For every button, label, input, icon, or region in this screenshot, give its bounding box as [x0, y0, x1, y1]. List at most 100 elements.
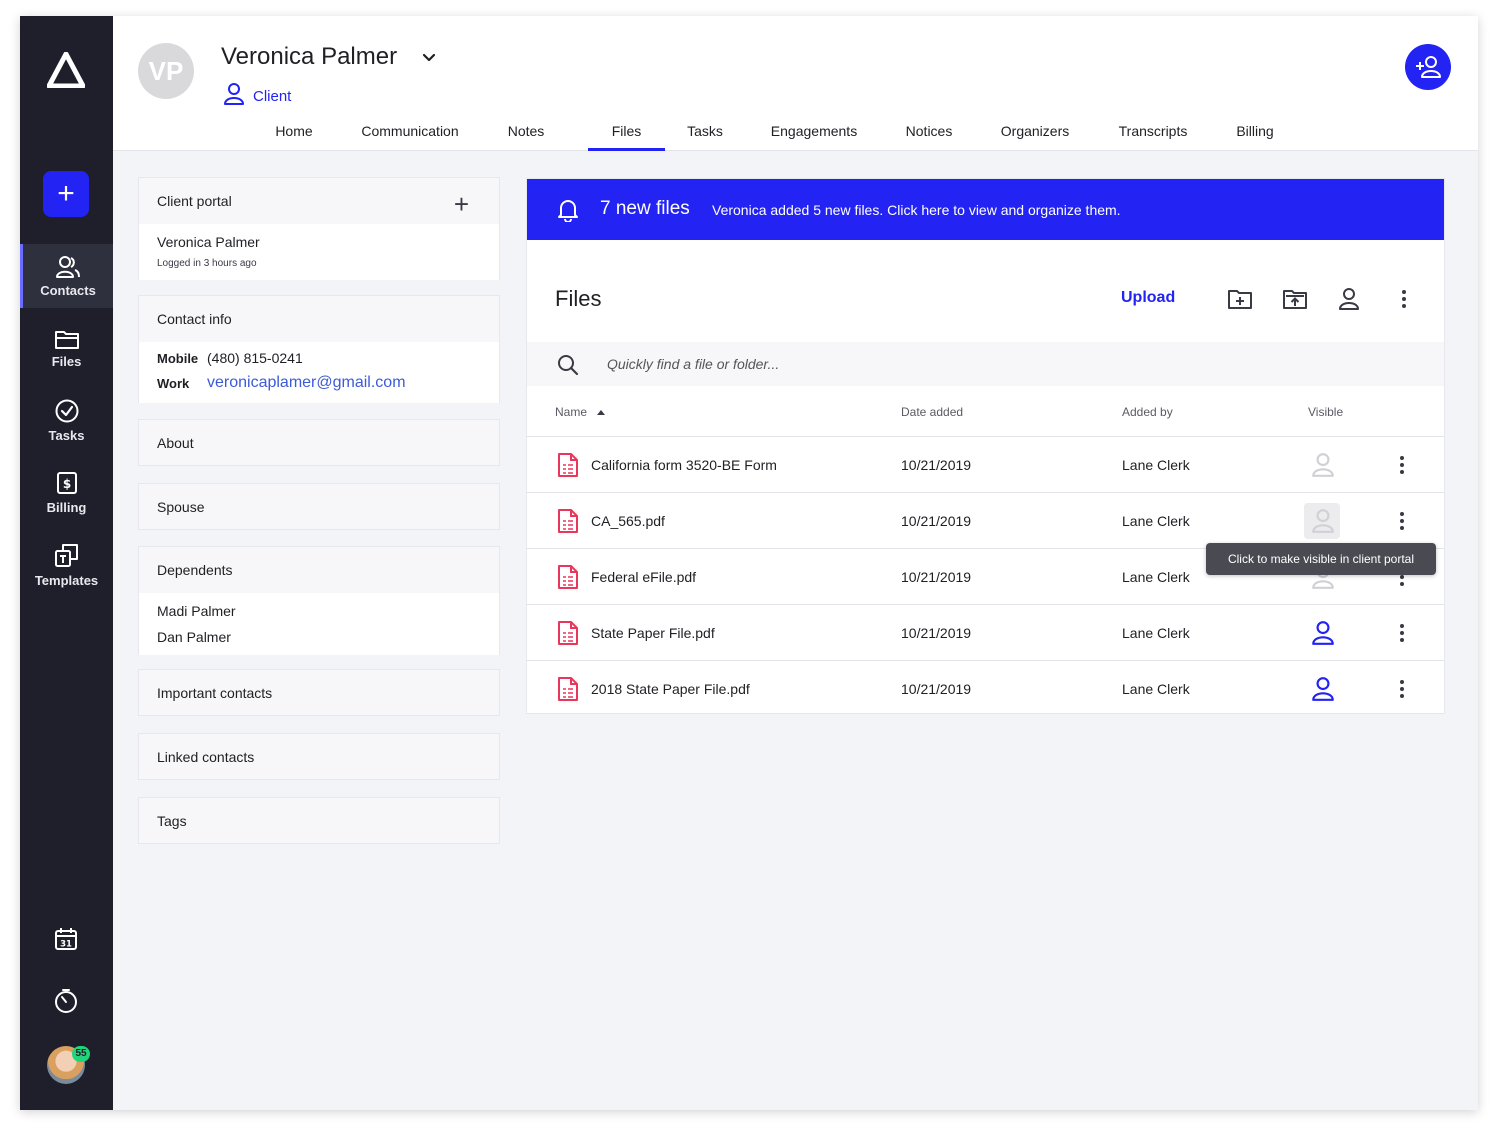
tab-home[interactable]: Home — [263, 116, 325, 151]
important-contacts-panel[interactable]: Important contacts — [138, 669, 500, 716]
file-name[interactable]: 2018 State Paper File.pdf — [591, 681, 750, 697]
panel-title: Dependents — [157, 562, 233, 578]
calendar-icon[interactable]: 31 — [53, 926, 79, 952]
more-vertical-icon — [1400, 680, 1404, 698]
panel-title: About — [157, 435, 194, 451]
chevron-down-icon[interactable] — [421, 50, 437, 66]
date-added: 10/21/2019 — [901, 513, 972, 529]
panel-title: Spouse — [157, 499, 205, 515]
work-label: Work — [157, 375, 190, 391]
timer-icon[interactable] — [53, 988, 79, 1014]
row-menu-button[interactable] — [1395, 510, 1409, 537]
pdf-file-icon — [557, 508, 579, 539]
files-title: Files — [555, 286, 602, 311]
app-logo-icon[interactable] — [47, 52, 85, 88]
contact-role[interactable]: Client — [253, 88, 291, 105]
email-link[interactable]: veronicaplamer@gmail.com — [207, 374, 406, 392]
table-row[interactable]: 2018 State Paper File.pdf 10/21/2019 Lane … — [527, 660, 1444, 716]
added-by: Lane Clerk — [1122, 681, 1190, 697]
column-header-date[interactable]: Date added — [901, 405, 963, 419]
bell-icon — [558, 200, 578, 222]
tab-files[interactable]: Files — [588, 116, 665, 151]
added-by: Lane Clerk — [1122, 513, 1190, 529]
pdf-file-icon — [557, 452, 579, 483]
contact-avatar: VP — [138, 43, 194, 99]
file-search-input[interactable] — [607, 353, 1207, 375]
table-row[interactable]: California form 3520-BE Form 10/21/2019 La… — [527, 436, 1444, 492]
upload-button[interactable]: Upload — [1121, 289, 1175, 307]
tab-engagements[interactable]: Engagements — [759, 116, 869, 151]
sidebar-item-billing[interactable]: $ Billing — [20, 460, 113, 524]
table-row[interactable]: State Paper File.pdf 10/21/2019 Lane Clerk — [527, 604, 1444, 660]
portal-login-status: Logged in 3 hours ago — [157, 258, 257, 269]
column-header-visible[interactable]: Visible — [1308, 405, 1343, 419]
row-menu-button[interactable] — [1395, 454, 1409, 481]
folder-icon — [54, 330, 79, 349]
sidebar-item-label: Contacts — [40, 282, 96, 298]
app-window: + Contacts Files Tasks $ Billing Templat… — [20, 16, 1478, 1110]
tab-notices[interactable]: Notices — [893, 116, 965, 151]
svg-text:31: 31 — [60, 940, 72, 950]
add-portal-user-button[interactable]: + — [454, 189, 469, 220]
dependent-item[interactable]: Dan Palmer — [157, 629, 481, 645]
more-vertical-icon — [1400, 512, 1404, 530]
contact-tabs: Home Communication Notes Files Tasks Eng… — [113, 116, 1478, 151]
search-icon — [558, 355, 579, 376]
tab-notes[interactable]: Notes — [493, 116, 559, 151]
tab-tasks[interactable]: Tasks — [673, 116, 737, 151]
sidebar-item-templates[interactable]: Templates — [20, 532, 113, 596]
hidden-user-icon[interactable] — [1310, 508, 1336, 534]
templates-icon — [54, 543, 78, 567]
sidebar-item-label: Billing — [46, 499, 87, 515]
pdf-file-icon — [557, 620, 579, 651]
mobile-number: (480) 815-0241 — [207, 350, 303, 366]
file-name[interactable]: California form 3520-BE Form — [591, 457, 777, 473]
about-panel[interactable]: About — [138, 419, 500, 466]
added-by: Lane Clerk — [1122, 569, 1190, 585]
tab-communication[interactable]: Communication — [353, 116, 467, 151]
work-row: Work veronicaplamer@gmail.com — [157, 374, 481, 392]
tab-organizers[interactable]: Organizers — [987, 116, 1083, 151]
sidebar-item-contacts[interactable]: Contacts — [20, 244, 113, 308]
banner-title: 7 new files — [600, 198, 690, 219]
column-header-name[interactable]: Name — [555, 405, 606, 419]
date-added: 10/21/2019 — [901, 569, 972, 585]
portal-user-name: Veronica Palmer — [157, 234, 260, 250]
visible-user-icon[interactable] — [1310, 620, 1336, 646]
panel-title: Tags — [157, 813, 187, 829]
banner-message: Veronica added 5 new files. Click here t… — [712, 202, 1121, 218]
sidebar-item-label: Tasks — [48, 427, 85, 443]
new-files-banner[interactable]: 7 new files Veronica added 5 new files. … — [527, 179, 1444, 240]
sidebar-item-tasks[interactable]: Tasks — [20, 388, 113, 452]
sidebar-item-label: Templates — [34, 572, 99, 588]
file-name[interactable]: Federal eFile.pdf — [591, 569, 696, 585]
sidebar-item-label: Files — [51, 353, 82, 369]
column-header-added-by[interactable]: Added by — [1122, 405, 1173, 419]
invite-user-button[interactable] — [1405, 44, 1451, 90]
more-vertical-icon[interactable] — [1397, 287, 1411, 311]
panel-title: Linked contacts — [157, 749, 255, 765]
visible-user-icon[interactable] — [1310, 676, 1336, 702]
new-folder-icon[interactable] — [1227, 287, 1253, 311]
file-name[interactable]: CA_565.pdf — [591, 513, 665, 529]
files-card: 7 new files Veronica added 5 new files. … — [526, 178, 1445, 714]
spouse-panel[interactable]: Spouse — [138, 483, 500, 530]
tags-panel[interactable]: Tags — [138, 797, 500, 844]
tab-transcripts[interactable]: Transcripts — [1105, 116, 1201, 151]
create-new-button[interactable]: + — [43, 171, 89, 217]
folder-upload-icon[interactable] — [1282, 287, 1308, 311]
dependent-item[interactable]: Madi Palmer — [157, 603, 481, 619]
sidebar-item-files[interactable]: Files — [20, 316, 113, 380]
hidden-user-icon[interactable] — [1310, 452, 1336, 478]
tab-billing[interactable]: Billing — [1223, 116, 1287, 151]
add-user-icon — [1416, 56, 1441, 78]
row-menu-button[interactable] — [1395, 622, 1409, 649]
contact-info-panel: Contact info Mobile (480) 815-0241 Work … — [138, 295, 500, 403]
user-icon[interactable] — [1337, 287, 1361, 311]
client-portal-panel: Client portal + Veronica Palmer Logged i… — [138, 177, 500, 280]
file-search-bar — [527, 342, 1444, 386]
linked-contacts-panel[interactable]: Linked contacts — [138, 733, 500, 780]
row-menu-button[interactable] — [1395, 678, 1409, 705]
file-name[interactable]: State Paper File.pdf — [591, 625, 715, 641]
table-row[interactable]: CA_565.pdf 10/21/2019 Lane Clerk — [527, 492, 1444, 548]
